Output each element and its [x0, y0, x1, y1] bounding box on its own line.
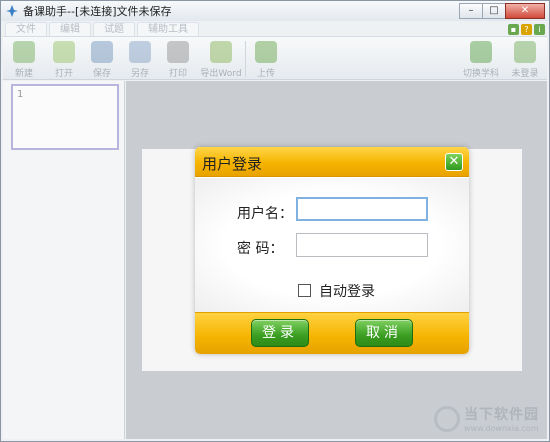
window-title: 备课助手--[未连接]文件未保存	[23, 5, 172, 18]
dialog-title: 用户登录	[202, 155, 263, 173]
app-menu-icon[interactable]: ▪	[508, 24, 519, 35]
username-label: 用户名：	[237, 206, 293, 222]
menu-bar: 文件 编辑 试题 辅助工具	[5, 22, 545, 36]
tab-edit[interactable]: 编辑	[49, 22, 91, 36]
password-input[interactable]	[296, 233, 428, 257]
new-label: 新建	[14, 69, 33, 79]
upload-icon	[255, 41, 277, 63]
toolbar-divider	[245, 41, 246, 77]
cancel-button[interactable]: 取消	[355, 319, 413, 347]
watermark-logo-icon	[434, 405, 460, 432]
slide-number: 1	[17, 89, 24, 100]
export-word-icon	[210, 41, 232, 63]
save-as-button[interactable]: 另存	[123, 39, 157, 79]
dialog-header: 用户登录 ✕	[195, 147, 469, 177]
login-status-label: 未登录	[511, 69, 539, 79]
print-label: 打印	[168, 69, 187, 79]
login-status-button[interactable]: 未登录	[507, 39, 543, 79]
slide-thumbnail[interactable]: 1	[11, 84, 119, 150]
tab-questions[interactable]: 试题	[93, 22, 135, 36]
toolbar: 新建 打开 保存 另存 打印 导出Word 上传 切换学科 未登录	[3, 36, 547, 80]
tab-file[interactable]: 文件	[5, 22, 47, 36]
watermark-text: 当下软件园	[464, 407, 539, 423]
save-button[interactable]: 保存	[85, 39, 119, 79]
save-icon	[91, 41, 113, 63]
password-label: 密 码：	[237, 241, 284, 257]
switch-subject-button[interactable]: 切换学科	[459, 39, 503, 79]
save-as-icon	[129, 41, 151, 63]
save-label: 保存	[92, 69, 111, 79]
auto-login-checkbox[interactable]	[298, 284, 311, 297]
dialog-close-button[interactable]: ✕	[445, 153, 463, 171]
watermark-url: www.downxia.com	[464, 424, 539, 433]
watermark: 当下软件园 www.downxia.com	[434, 404, 539, 433]
user-icon	[514, 41, 536, 63]
open-button[interactable]: 打开	[47, 39, 81, 79]
tab-tools[interactable]: 辅助工具	[137, 22, 199, 36]
app-logo-icon	[6, 5, 18, 17]
print-icon	[167, 41, 189, 63]
help-icon[interactable]: ?	[521, 24, 532, 35]
slide-panel: 1	[3, 81, 125, 439]
maximize-button[interactable]: □	[482, 3, 506, 19]
new-icon	[13, 41, 35, 63]
close-window-button[interactable]: ✕	[505, 3, 545, 19]
dialog-footer: 登录 取消	[195, 312, 469, 354]
login-button[interactable]: 登录	[251, 319, 309, 347]
open-icon	[53, 41, 75, 63]
export-word-button[interactable]: 导出Word	[199, 39, 243, 79]
auto-login-label[interactable]: 自动登录	[319, 281, 375, 301]
title-bar: 备课助手--[未连接]文件未保存 – □ ✕	[1, 1, 549, 21]
switch-subject-icon	[470, 41, 492, 63]
export-word-label: 导出Word	[200, 69, 242, 79]
info-icon[interactable]: i	[534, 24, 545, 35]
switch-subject-label: 切换学科	[462, 69, 499, 79]
minimize-button[interactable]: –	[459, 3, 483, 19]
save-as-label: 另存	[130, 69, 149, 79]
upload-label: 上传	[256, 69, 275, 79]
upload-button[interactable]: 上传	[249, 39, 283, 79]
login-dialog: 用户登录 ✕ 用户名： 密 码： 自动登录 登录 取消	[195, 147, 469, 354]
app-window: 备课助手--[未连接]文件未保存 – □ ✕ 文件 编辑 试题 辅助工具 ▪ ?…	[0, 0, 550, 442]
new-button[interactable]: 新建	[7, 39, 41, 79]
username-input[interactable]	[296, 197, 428, 221]
open-label: 打开	[54, 69, 73, 79]
print-button[interactable]: 打印	[161, 39, 195, 79]
